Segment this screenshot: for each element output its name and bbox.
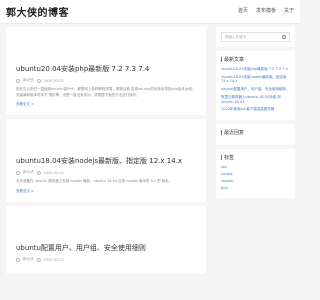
post-meta: 郭大侠 2020-03-02: [16, 78, 196, 83]
recent-post-link[interactable]: ubuntu18.04安装nodejs最新版、指定版 12.x 14.x: [221, 75, 290, 84]
user-icon: [16, 257, 20, 262]
nav-about[interactable]: 关于: [284, 7, 294, 14]
accent-bar: [221, 155, 222, 161]
search-box: 请输入关键词: [216, 27, 295, 47]
post-title[interactable]: ubuntu配置用户、用户组、安全使用细则: [16, 244, 196, 253]
tag-link[interactable]: nodejs: [221, 172, 287, 176]
recent-post-link[interactable]: ubuntu20.04安装php最新版 7.2 7.3 7.4: [221, 67, 290, 72]
recent-posts-list: ubuntu20.04安装php最新版 7.2 7.3 7.4 ubuntu18…: [221, 67, 290, 112]
recent-posts-heading: 最新文章: [224, 57, 245, 63]
post-excerpt: 因长久以来的一直使用ubuntu装PHP，都是网上各种教程拼凑，更新后都 发现u…: [16, 87, 196, 97]
post-card: ubuntu18.04安装nodejs最新版、指定版 12.x 14.x 郭大侠…: [6, 119, 206, 202]
recent-post-link[interactable]: 阿里云服务器上ubuntu 18.04升级 到 ubuntu 20.04: [221, 95, 290, 104]
tag-link[interactable]: php: [221, 186, 287, 190]
post-author[interactable]: 郭大侠: [23, 170, 34, 175]
recent-post-link[interactable]: 2020年使用ssh客户端连接服务器: [221, 107, 290, 112]
read-more-link[interactable]: 查看全文 >: [16, 189, 196, 194]
post-card: ubuntu20.04安装php最新版 7.2 7.3 7.4 郭大侠 2020…: [6, 27, 206, 116]
read-more-link[interactable]: 查看全文 >: [16, 102, 196, 107]
recent-replies-title: 最近回复: [221, 129, 290, 136]
user-icon: [16, 78, 20, 83]
clock-icon: [36, 257, 41, 262]
tag-link[interactable]: ssh: [221, 165, 287, 169]
search-icon[interactable]: [282, 35, 286, 39]
main-nav: 首页 发布模板 关于: [238, 7, 294, 14]
nav-home[interactable]: 首页: [238, 7, 248, 14]
post-excerpt: 今天准备在 ubuntu 服务器上安装 nodejs 最新，ubuntu 18.…: [16, 179, 173, 184]
post-author[interactable]: 郭大侠: [23, 78, 34, 83]
search-input[interactable]: 请输入关键词: [221, 32, 290, 42]
post-title[interactable]: ubuntu20.04安装php最新版 7.2 7.3 7.4: [16, 65, 196, 74]
recent-post-link[interactable]: ubuntu配置用户、用户组、安全使用细则: [221, 87, 290, 92]
site-title[interactable]: 郭大侠的博客: [6, 4, 69, 19]
sidebar: 请输入关键词 最新文章 ubuntu20.04安装php最新版 7.2 7.3 …: [216, 27, 295, 202]
recent-posts-widget: 最新文章 ubuntu20.04安装php最新版 7.2 7.3 7.4 ubu…: [216, 51, 295, 121]
recent-replies-widget: 最近回复: [216, 124, 295, 146]
search-placeholder: 请输入关键词: [225, 34, 246, 39]
tag-link[interactable]: ubuntu: [221, 179, 287, 183]
nav-publish-template[interactable]: 发布模板: [256, 7, 276, 14]
recent-replies-heading: 最近回复: [224, 130, 245, 137]
tags-widget: 标签 ssh nodejs ubuntu php: [216, 149, 295, 199]
post-author[interactable]: 郭大侠: [23, 257, 34, 262]
recent-posts-title: 最新文章: [221, 56, 290, 63]
post-title[interactable]: ubuntu18.04安装nodejs最新版、指定版 12.x 14.x: [16, 157, 196, 166]
tag-cloud: ssh nodejs ubuntu php: [221, 165, 290, 190]
user-icon: [16, 170, 20, 175]
clock-icon: [36, 78, 41, 83]
post-meta: 郭大侠 2020-03-02: [16, 257, 196, 262]
post-date: 2020-03-02: [43, 257, 64, 262]
post-list: ubuntu20.04安装php最新版 7.2 7.3 7.4 郭大侠 2020…: [6, 27, 206, 300]
post-card: ubuntu配置用户、用户组、安全使用细则 郭大侠 2020-03-02: [6, 205, 206, 275]
accent-bar: [221, 130, 222, 136]
tags-heading: 标签: [224, 155, 235, 162]
post-meta: 郭大侠 2020-03-02: [16, 170, 196, 175]
tags-title: 标签: [221, 154, 290, 161]
post-date: 2020-03-02: [43, 78, 64, 83]
accent-bar: [221, 57, 222, 62]
top-header: 郭大侠的博客 首页 发布模板 关于: [0, 0, 300, 24]
clock-icon: [36, 170, 41, 175]
post-date: 2020-03-02: [43, 170, 64, 175]
